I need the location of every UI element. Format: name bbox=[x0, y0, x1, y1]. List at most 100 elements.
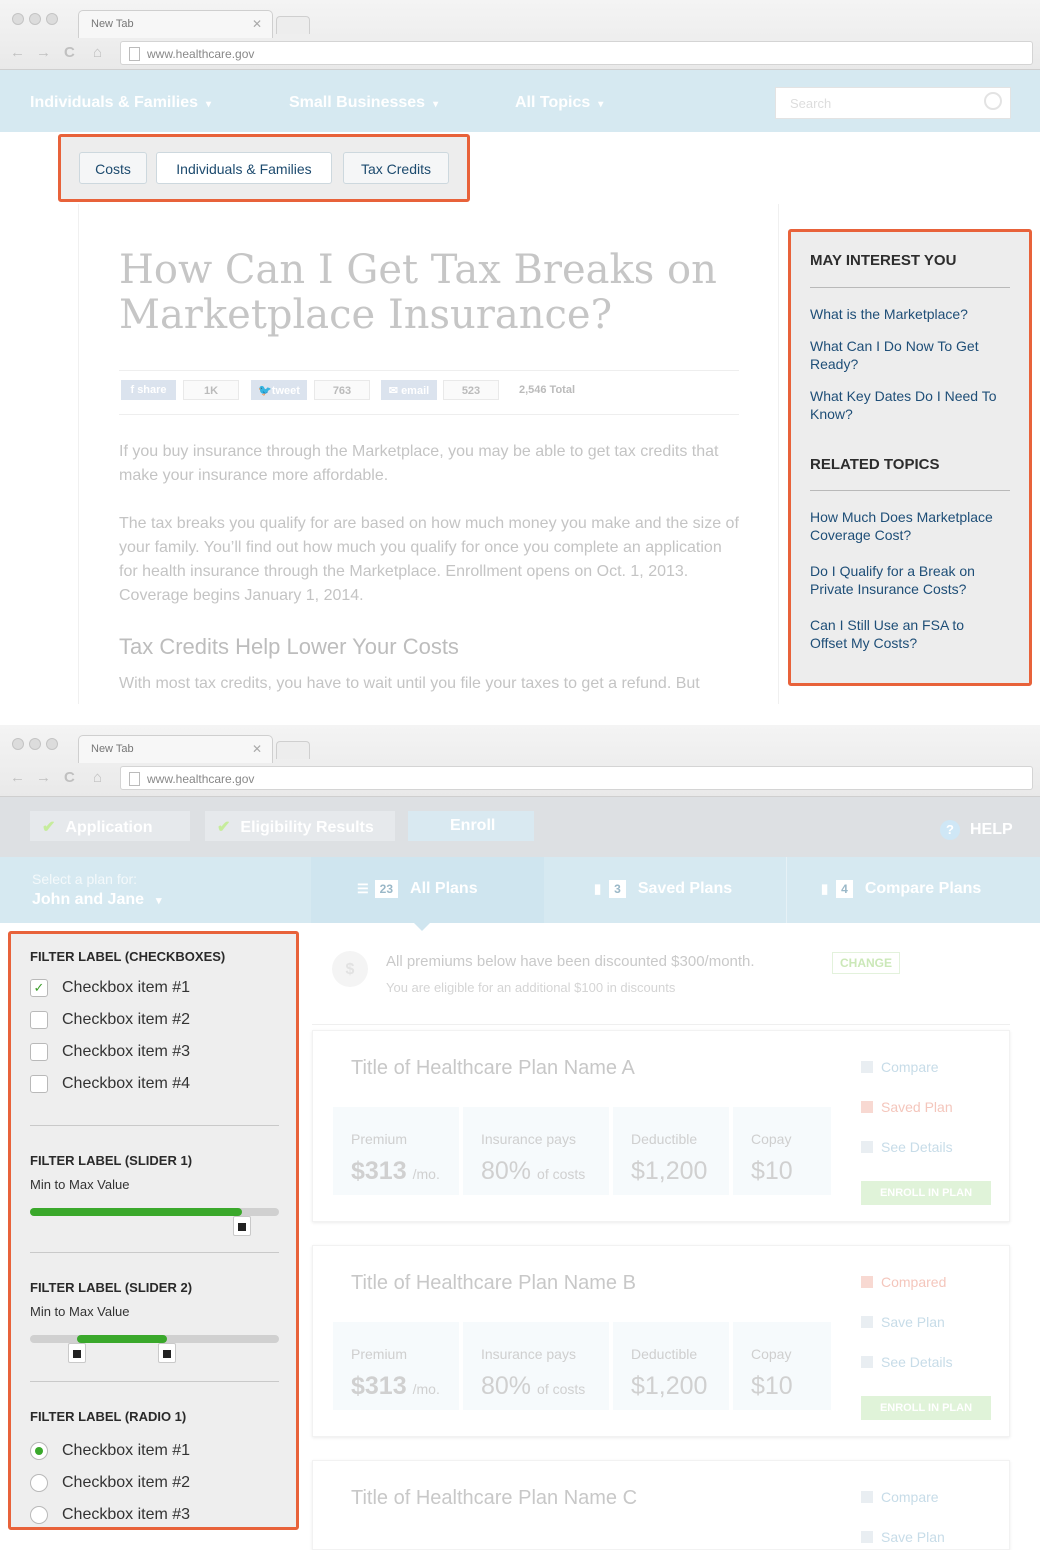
checkbox[interactable] bbox=[30, 1075, 48, 1093]
copay-stat: Copay $10 bbox=[733, 1322, 831, 1410]
address-bar[interactable]: www.healthcare.gov bbox=[120, 766, 1033, 790]
enroll-button[interactable]: ENROLL IN PLAN bbox=[861, 1396, 991, 1420]
save-plan-link[interactable]: Save Plan bbox=[861, 1314, 945, 1330]
checkbox[interactable]: ✓ bbox=[30, 979, 48, 997]
article-subheading: Tax Credits Help Lower Your Costs bbox=[119, 634, 459, 659]
slider-2-track[interactable] bbox=[30, 1335, 279, 1363]
new-tab-button[interactable] bbox=[276, 741, 310, 759]
home-icon[interactable]: ⌂ bbox=[93, 769, 102, 786]
top-navigation: Individuals & Families ▾ Small Businesses… bbox=[0, 70, 1040, 132]
help-icon: ? bbox=[940, 820, 960, 840]
window-controls[interactable] bbox=[12, 12, 63, 30]
plan-title[interactable]: Title of Healthcare Plan Name C bbox=[351, 1487, 637, 1510]
plan-card: Title of Healthcare Plan Name A Premium $… bbox=[312, 1030, 1010, 1222]
step-application[interactable]: ✔ Application bbox=[30, 811, 190, 841]
change-button[interactable]: CHANGE bbox=[832, 952, 901, 974]
browser-chrome-top: New Tab ✕ ← → C ⌂ www.healthcare.gov bbox=[0, 0, 1040, 70]
email-share-button[interactable]: ✉ email bbox=[381, 380, 437, 400]
window-controls[interactable] bbox=[12, 737, 63, 755]
save-plan-link[interactable]: Save Plan bbox=[861, 1529, 945, 1545]
radio-button[interactable] bbox=[30, 1474, 48, 1492]
nav-small-businesses[interactable]: Small Businesses ▾ bbox=[289, 94, 438, 112]
search-input[interactable]: Search bbox=[775, 87, 1011, 119]
reload-icon[interactable]: C bbox=[64, 769, 75, 786]
share-count: 1K bbox=[183, 380, 239, 400]
home-icon[interactable]: ⌂ bbox=[93, 44, 102, 61]
email-count: 523 bbox=[443, 380, 499, 400]
twitter-icon: 🐦 bbox=[258, 385, 272, 397]
see-details-link[interactable]: See Details bbox=[861, 1354, 953, 1370]
saved-plan-link[interactable]: Saved Plan bbox=[861, 1099, 953, 1115]
slider-1-track[interactable] bbox=[30, 1208, 279, 1236]
article-paragraph: If you buy insurance through the Marketp… bbox=[119, 443, 719, 484]
see-details-link[interactable]: See Details bbox=[861, 1139, 953, 1155]
slider-1-fill bbox=[30, 1208, 242, 1216]
radio-button[interactable] bbox=[30, 1506, 48, 1524]
nav-individuals-families[interactable]: Individuals & Families ▾ bbox=[30, 94, 211, 112]
back-icon[interactable]: ← bbox=[10, 44, 25, 61]
bookmark-icon bbox=[861, 1316, 873, 1328]
checkbox[interactable] bbox=[30, 1011, 48, 1029]
forward-icon[interactable]: → bbox=[36, 769, 51, 786]
filter-label-checkboxes: FILTER LABEL (CHECKBOXES) bbox=[30, 949, 226, 964]
enroll-button[interactable]: ENROLL IN PLAN bbox=[861, 1181, 991, 1205]
plan-for-dropdown[interactable]: John and Jane ▾ bbox=[32, 891, 162, 909]
compared-link[interactable]: Compared bbox=[861, 1274, 946, 1290]
filter-label-slider-2: FILTER LABEL (SLIDER 2) bbox=[30, 1280, 193, 1295]
link-fsa[interactable]: Can I Still Use an FSA to Offset My Cost… bbox=[810, 616, 980, 652]
step-enroll[interactable]: Enroll bbox=[408, 811, 534, 841]
new-tab-button[interactable] bbox=[276, 16, 310, 34]
tweet-button[interactable]: 🐦tweet bbox=[251, 380, 307, 400]
slider-2-max-handle[interactable] bbox=[157, 1343, 176, 1363]
link-marketplace-cost[interactable]: How Much Does Marketplace Coverage Cost? bbox=[810, 508, 1010, 544]
plan-card: Title of Healthcare Plan Name C Compare … bbox=[312, 1460, 1010, 1550]
chevron-down-icon: ▾ bbox=[433, 99, 439, 110]
address-bar[interactable]: www.healthcare.gov bbox=[120, 41, 1033, 65]
browser-tab[interactable]: New Tab ✕ bbox=[78, 10, 273, 38]
breadcrumb-individuals-families[interactable]: Individuals & Families bbox=[156, 152, 332, 184]
deductible-stat: Deductible $1,200 bbox=[613, 1322, 729, 1410]
compare-link[interactable]: Compare bbox=[861, 1489, 939, 1505]
compare-link[interactable]: Compare bbox=[861, 1059, 939, 1075]
plan-title[interactable]: Title of Healthcare Plan Name B bbox=[351, 1272, 636, 1295]
check-icon: ✔ bbox=[42, 819, 56, 836]
bar-chart-icon bbox=[861, 1276, 873, 1288]
tab-all-plans[interactable]: ☰ 23 All Plans bbox=[311, 857, 544, 923]
close-tab-icon[interactable]: ✕ bbox=[252, 742, 262, 756]
chevron-down-icon: ▾ bbox=[598, 99, 604, 110]
bar-chart-icon bbox=[861, 1491, 873, 1503]
related-topics-heading: RELATED TOPICS bbox=[810, 456, 940, 473]
plan-for-label: Select a plan for: bbox=[32, 871, 138, 887]
insurance-pays-stat: Insurance pays 80% of costs bbox=[463, 1107, 609, 1195]
back-icon[interactable]: ← bbox=[10, 769, 25, 786]
browser-tab[interactable]: New Tab ✕ bbox=[78, 735, 273, 763]
discount-notice: All premiums below have been discounted … bbox=[386, 953, 755, 970]
premium-stat: Premium $313/mo. bbox=[333, 1107, 459, 1195]
breadcrumb-costs[interactable]: Costs bbox=[79, 152, 147, 184]
link-qualify-break[interactable]: Do I Qualify for a Break on Private Insu… bbox=[810, 562, 1000, 598]
facebook-share-button[interactable]: f share bbox=[121, 380, 176, 400]
copay-stat: Copay $10 bbox=[733, 1107, 831, 1195]
document-icon bbox=[861, 1356, 873, 1368]
insurance-pays-stat: Insurance pays 80% of costs bbox=[463, 1322, 609, 1410]
tab-saved-plans[interactable]: ▮ 3 Saved Plans bbox=[544, 857, 786, 923]
close-tab-icon[interactable]: ✕ bbox=[252, 17, 262, 31]
slider-2-min-handle[interactable] bbox=[68, 1343, 87, 1363]
slider-1-handle[interactable] bbox=[232, 1216, 251, 1236]
nav-all-topics[interactable]: All Topics ▾ bbox=[515, 94, 603, 112]
link-what-can-i-do[interactable]: What Can I Do Now To Get Ready? bbox=[810, 337, 980, 373]
checkbox[interactable] bbox=[30, 1043, 48, 1061]
plan-title[interactable]: Title of Healthcare Plan Name A bbox=[351, 1057, 635, 1080]
step-eligibility[interactable]: ✔ Eligibility Results bbox=[205, 811, 395, 841]
link-key-dates[interactable]: What Key Dates Do I Need To Know? bbox=[810, 387, 1000, 423]
tab-compare-plans[interactable]: ▮ 4 Compare Plans bbox=[786, 857, 1040, 923]
reload-icon[interactable]: C bbox=[64, 44, 75, 61]
chevron-down-icon: ▾ bbox=[156, 895, 162, 907]
search-icon[interactable] bbox=[984, 92, 1002, 110]
forward-icon[interactable]: → bbox=[36, 44, 51, 61]
link-what-is-marketplace[interactable]: What is the Marketplace? bbox=[810, 305, 1010, 323]
discount-icon: $ bbox=[332, 951, 368, 987]
radio-button[interactable] bbox=[30, 1442, 48, 1460]
help-button[interactable]: ? HELP bbox=[940, 820, 1013, 840]
breadcrumb-tax-credits[interactable]: Tax Credits bbox=[343, 152, 449, 184]
